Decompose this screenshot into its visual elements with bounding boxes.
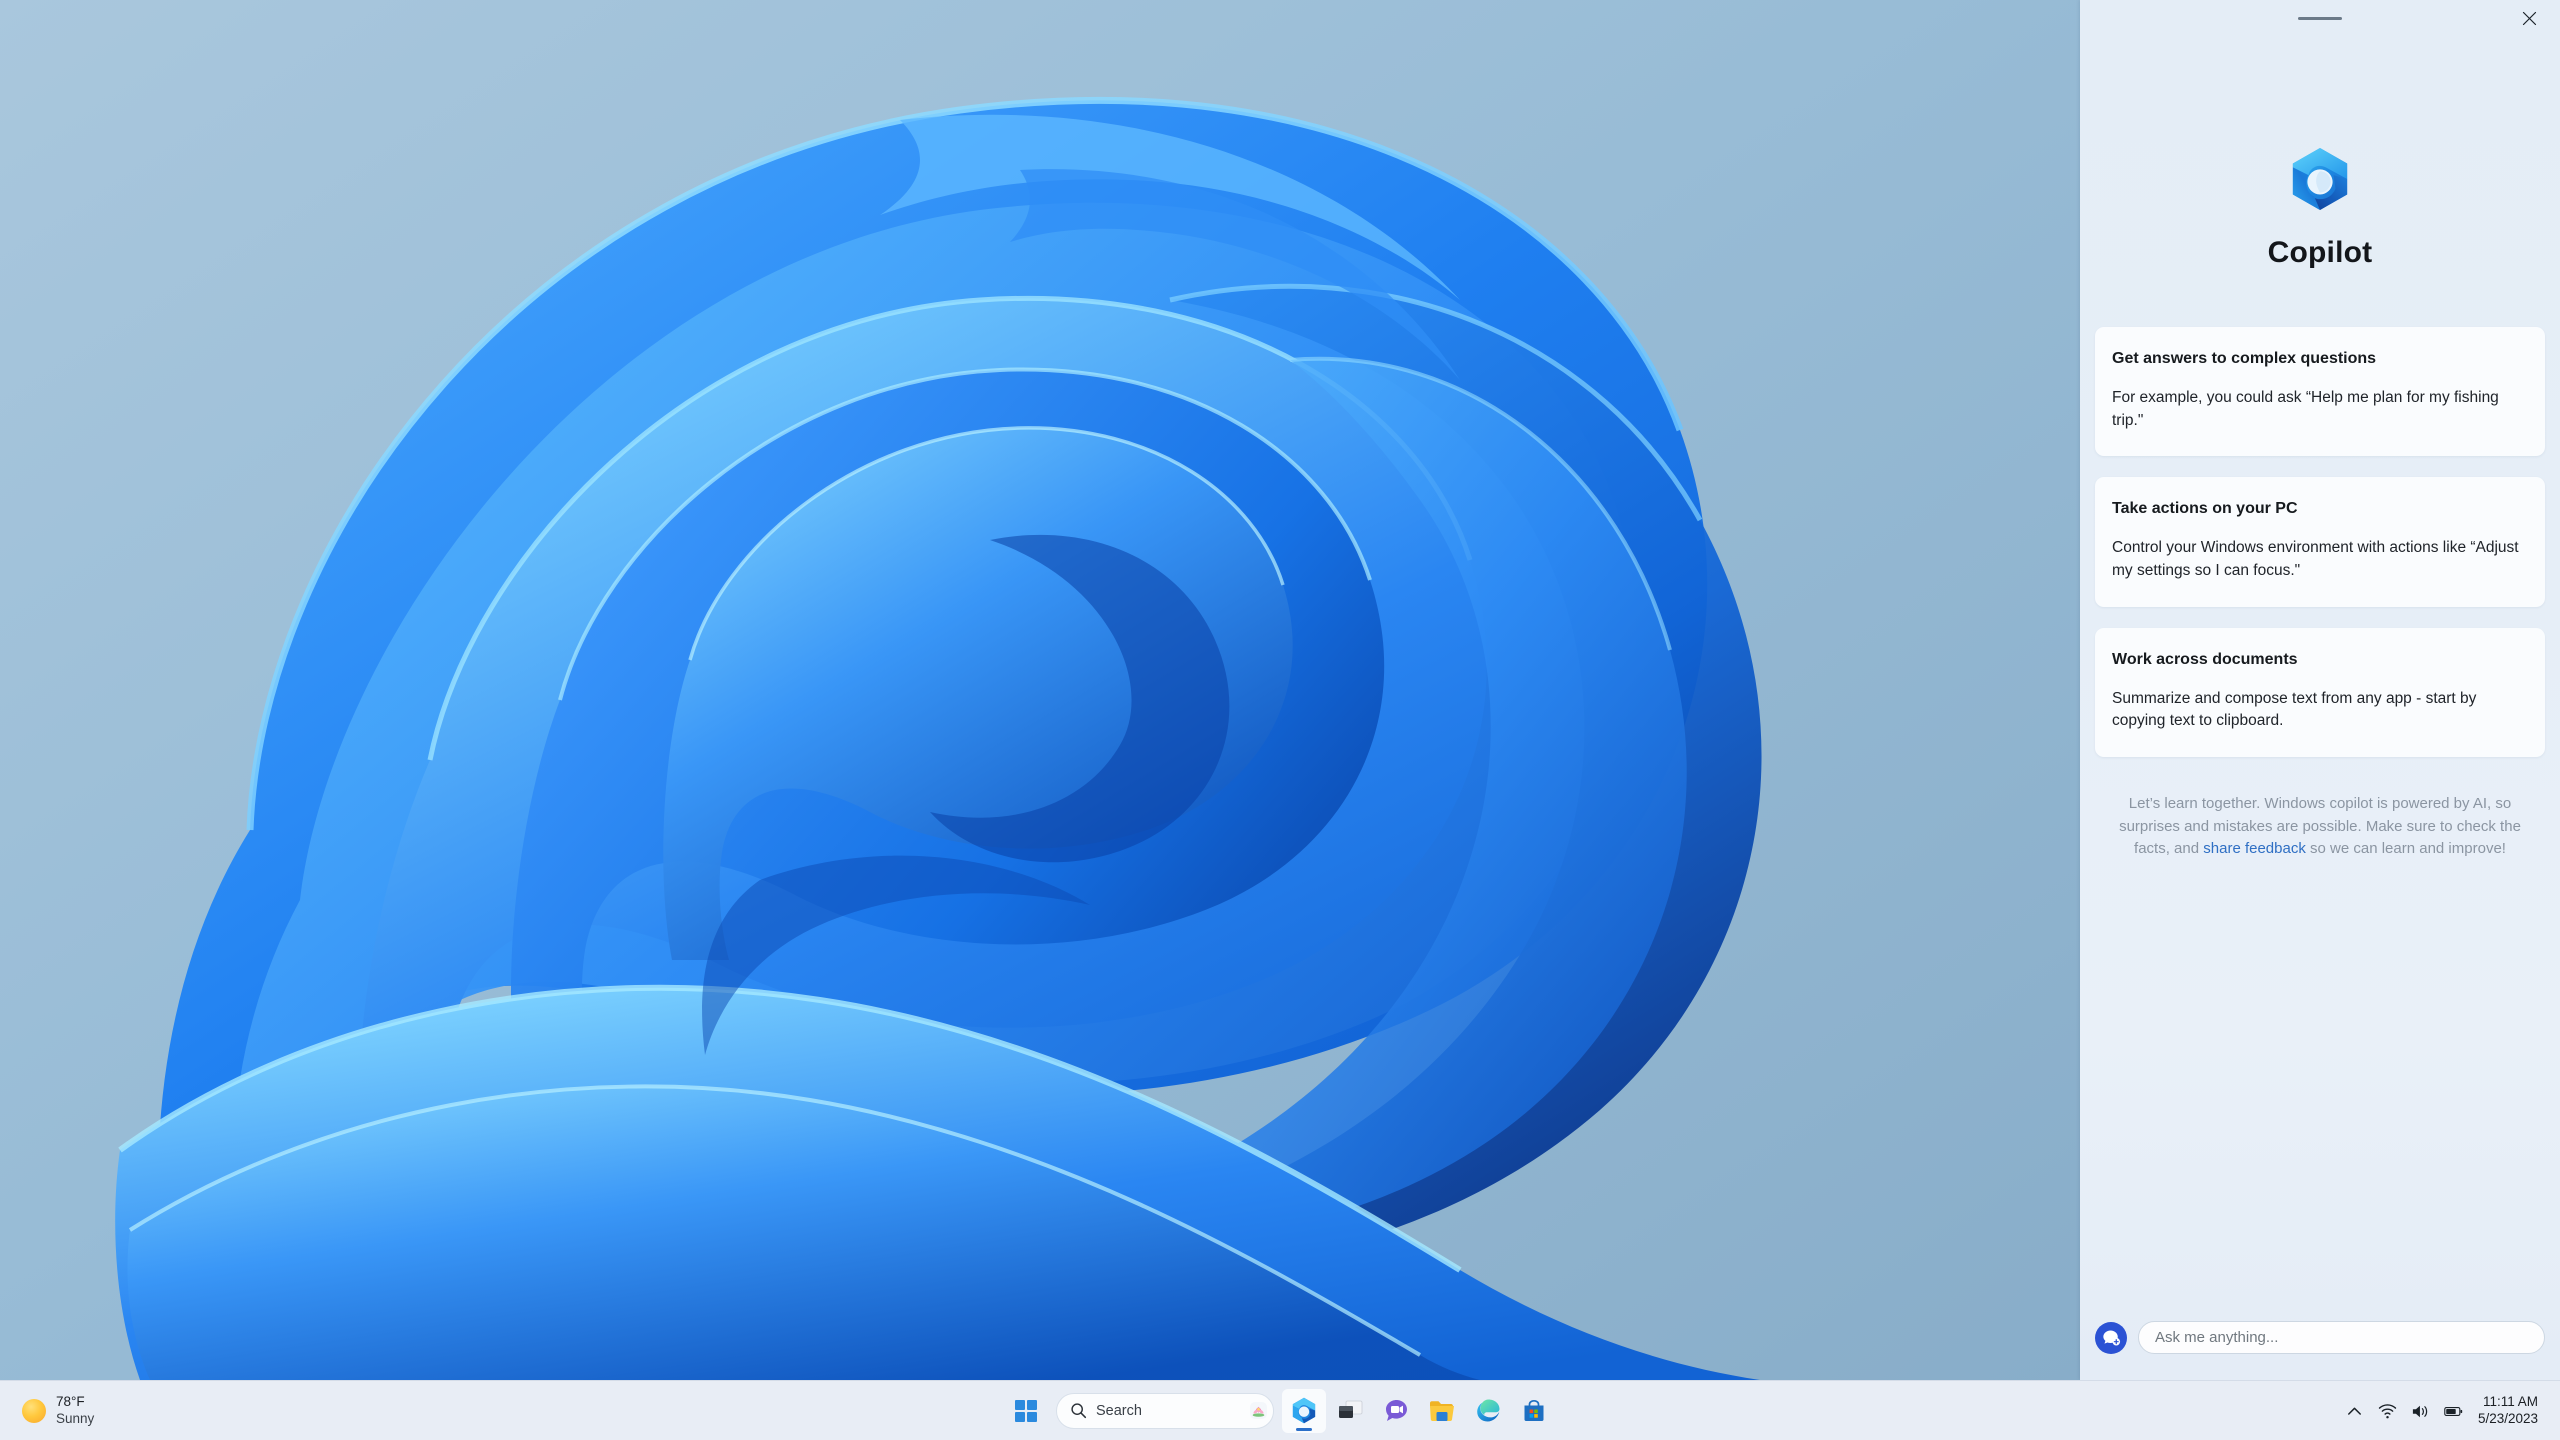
network-button[interactable]: [2371, 1391, 2404, 1431]
card-body: Summarize and compose text from any app …: [2112, 689, 2477, 730]
suggestion-card[interactable]: Get answers to complex questions For exa…: [2095, 327, 2545, 457]
weather-temperature: 78°F: [56, 1394, 85, 1410]
share-feedback-link[interactable]: share feedback: [2203, 840, 2306, 857]
copilot-titlebar: [2080, 0, 2560, 36]
suggestion-card[interactable]: Work across documents Summarize and comp…: [2095, 627, 2545, 757]
volume-button[interactable]: [2404, 1391, 2437, 1431]
search-icon: [1071, 1403, 1087, 1419]
wifi-icon: [2378, 1403, 2397, 1418]
close-button[interactable]: [2508, 2, 2550, 34]
new-topic-icon: [2102, 1330, 2120, 1346]
speaker-icon: [2412, 1405, 2428, 1417]
sun-icon: [22, 1399, 46, 1423]
search-label: Search: [1096, 1402, 1142, 1419]
chevron-up-icon: [2347, 1407, 2361, 1415]
wallpaper: [0, 0, 2090, 1380]
copilot-brand: Copilot: [2080, 36, 2560, 270]
suggestion-cards: Get answers to complex questions For exa…: [2080, 327, 2560, 757]
new-topic-button[interactable]: [2095, 1321, 2127, 1354]
chat-icon: [1385, 1400, 1407, 1421]
desktop[interactable]: Copilot Get answers to complex questions…: [0, 0, 2560, 1440]
weather-condition: Sunny: [56, 1411, 95, 1426]
close-icon: [2522, 11, 2536, 25]
battery-button[interactable]: [2437, 1391, 2470, 1431]
lotus-flower-icon: [1250, 1402, 1267, 1419]
clock-time: 11:11 AM: [2482, 1394, 2538, 1410]
card-body: For example, you could ask “Help me plan…: [2112, 389, 2499, 429]
card-title: Get answers to complex questions: [2112, 350, 2377, 367]
search-input[interactable]: Search: [1056, 1392, 1274, 1429]
taskbar: 78°F Sunny Search 11:11 AM 5/23/2023: [0, 1380, 2560, 1440]
card-title: Work across documents: [2112, 650, 2298, 668]
taskbar-center: Search: [1004, 1381, 1556, 1440]
clock-date: 5/23/2023: [2477, 1411, 2538, 1426]
taskbar-item-chat[interactable]: [1374, 1389, 1418, 1433]
taskbar-item-edge[interactable]: [1466, 1389, 1510, 1433]
start-button[interactable]: [1004, 1389, 1048, 1433]
folder-icon: [1430, 1401, 1454, 1421]
ask-input[interactable]: [2138, 1321, 2545, 1354]
disclaimer-text-after: so we can learn and improve!: [2305, 840, 2506, 858]
system-tray: 11:11 AM 5/23/2023: [2338, 1381, 2548, 1440]
weather-text: 78°F Sunny: [56, 1394, 94, 1428]
taskbar-item-file-explorer[interactable]: [1420, 1389, 1464, 1433]
taskbar-item-task-view[interactable]: [1328, 1389, 1372, 1433]
store-icon: [1524, 1399, 1544, 1421]
weather-widget[interactable]: 78°F Sunny: [14, 1381, 102, 1440]
disclaimer: Let’s learn together. Windows copilot is…: [2080, 793, 2560, 861]
clock[interactable]: 11:11 AM 5/23/2023: [2470, 1389, 2548, 1433]
edge-icon: [1476, 1399, 1499, 1422]
battery-icon: [2444, 1406, 2463, 1416]
composer: [2080, 1321, 2560, 1380]
page-title: Copilot: [2267, 236, 2373, 269]
copilot-icon: [1292, 1397, 1316, 1424]
card-title: Take actions on your PC: [2112, 500, 2298, 518]
copilot-logo: [2292, 148, 2348, 210]
drag-handle[interactable]: [2298, 17, 2342, 20]
windows-logo-icon: [1015, 1399, 1037, 1422]
taskbar-item-copilot[interactable]: [1282, 1388, 1326, 1433]
suggestion-card[interactable]: Take actions on your PC Control your Win…: [2095, 477, 2545, 607]
task-view-icon: [1338, 1400, 1362, 1418]
taskbar-item-microsoft-store[interactable]: [1512, 1389, 1556, 1433]
card-body: Control your Windows environment with ac…: [2112, 539, 2519, 579]
show-hidden-icons-button[interactable]: [2338, 1391, 2371, 1431]
copilot-panel: Copilot Get answers to complex questions…: [2080, 0, 2560, 1380]
